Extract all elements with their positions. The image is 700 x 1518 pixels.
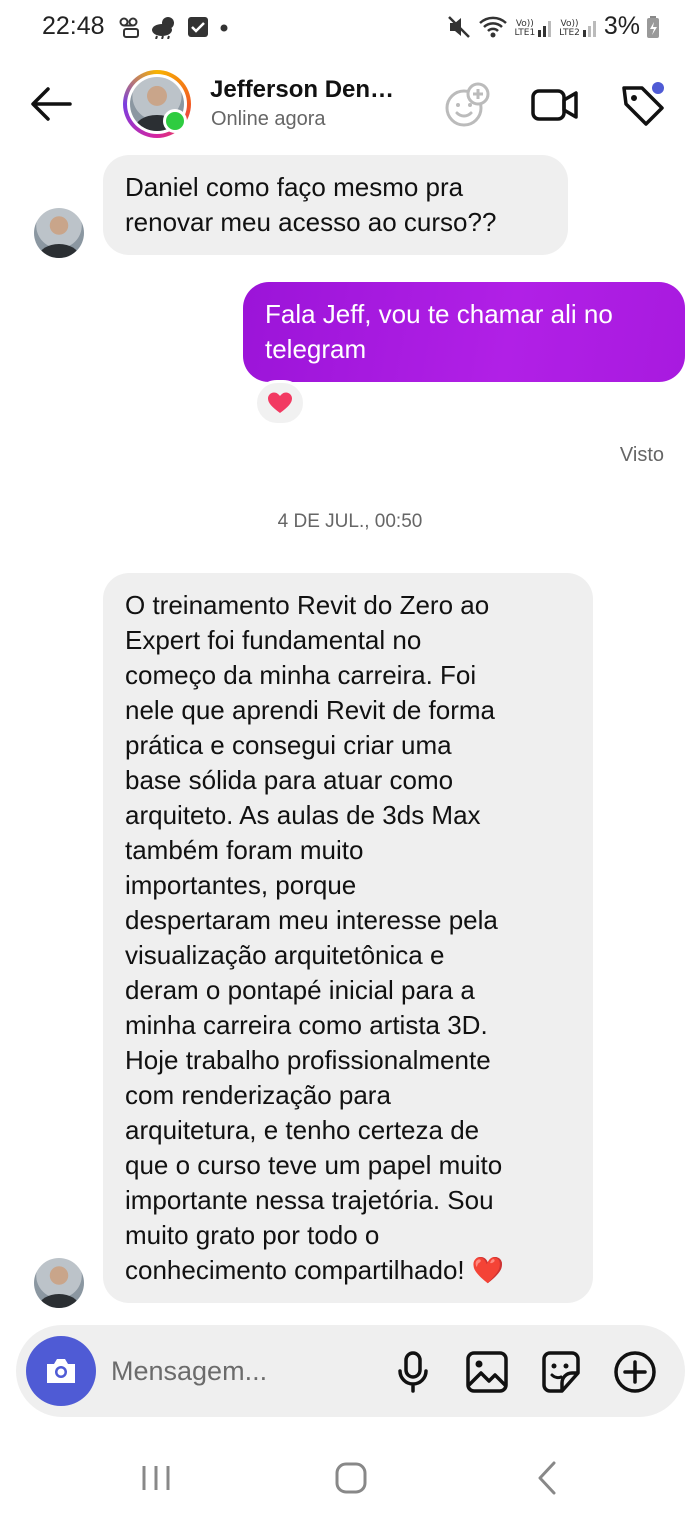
- sim1-indicator: Vo)) LTE1: [514, 16, 553, 38]
- message-line: com renderização para: [125, 1080, 391, 1110]
- chat-header: Jefferson Den… Online agora: [0, 62, 700, 150]
- status-time: 22:48: [42, 12, 105, 40]
- message-line: telegram: [265, 334, 367, 364]
- date-separator: 4 DE JUL., 00:50: [277, 511, 423, 532]
- microphone-icon[interactable]: [390, 1349, 436, 1395]
- message-line: começo da minha carreira. Foi: [125, 660, 477, 690]
- sim1-label: LTE1: [514, 27, 536, 38]
- battery-icon: [647, 15, 659, 38]
- tag-icon[interactable]: [618, 80, 668, 130]
- message-composer: [16, 1325, 685, 1417]
- message-line: arquiteto. As aulas de 3ds Max: [125, 800, 481, 830]
- system-nav-bar: [0, 1440, 700, 1518]
- wifi-icon: [479, 16, 508, 37]
- heart-reaction[interactable]: [254, 380, 306, 426]
- gallery-icon[interactable]: [464, 1349, 510, 1395]
- contact-status: Online agora: [211, 108, 326, 130]
- message-line: deram o pontapé inicial para a: [125, 975, 475, 1005]
- message-line: arquitetura, e tenho certeza de: [125, 1115, 480, 1145]
- sticker-add-icon[interactable]: [442, 80, 492, 130]
- message-line: Hoje trabalho profissionalmente: [125, 1045, 491, 1075]
- message-line: Fala Jeff, vou te chamar ali no: [265, 299, 613, 329]
- status-bar: 22:48 Vo)) LTE1 Vo)) LTE2 3%: [0, 0, 700, 58]
- message-line: prática e consegui criar uma: [125, 730, 452, 760]
- sim2-indicator: Vo)) LTE2: [559, 16, 598, 38]
- recent-apps-icon[interactable]: [134, 1458, 178, 1498]
- message-line: também foram muito: [125, 835, 364, 865]
- sticker-icon[interactable]: [538, 1349, 584, 1395]
- message-line: importante nessa trajetória. Sou: [125, 1185, 494, 1215]
- message-line: O treinamento Revit do Zero ao: [125, 590, 490, 620]
- sim2-label: LTE2: [559, 27, 580, 38]
- message-line: despertaram meu interesse pela: [125, 905, 498, 935]
- sender-avatar[interactable]: [34, 1258, 84, 1308]
- back-arrow-icon[interactable]: [26, 84, 74, 124]
- weather-icon: [152, 17, 174, 39]
- online-indicator: [163, 109, 187, 133]
- message-line: Daniel como faço mesmo pra: [125, 172, 464, 202]
- message-line: minha carreira como artista 3D.: [125, 1010, 488, 1040]
- voicemail-icon: [119, 17, 139, 38]
- message-line: renovar meu acesso ao curso??: [125, 207, 497, 237]
- status-notification-icons: [118, 15, 230, 39]
- message-line: muito grato por todo o: [125, 1220, 380, 1250]
- message-line: visualização arquitetônica e: [125, 940, 445, 970]
- status-system-icons: Vo)) LTE1 Vo)) LTE2 3%: [446, 12, 660, 41]
- heart-icon: [268, 392, 292, 413]
- message-line: nele que aprendi Revit de forma: [125, 695, 496, 725]
- signal-icon: [538, 20, 552, 37]
- back-icon[interactable]: [526, 1458, 570, 1498]
- sender-avatar[interactable]: [34, 208, 84, 258]
- mute-icon: [448, 15, 471, 38]
- checkbox-icon: [188, 17, 208, 37]
- contact-name[interactable]: Jefferson Den…: [210, 76, 394, 104]
- video-camera-icon[interactable]: [530, 80, 580, 130]
- outgoing-message-1[interactable]: Fala Jeff, vou te chamar ali no telegram: [243, 282, 685, 382]
- home-icon[interactable]: [329, 1458, 373, 1498]
- message-line: que o curso teve um papel muito: [125, 1150, 503, 1180]
- incoming-message-2[interactable]: O treinamento Revit do Zero ao Expert foi…: [103, 573, 593, 1303]
- message-line: base sólida para atuar como: [125, 765, 454, 795]
- dot-icon: [220, 24, 228, 32]
- camera-button[interactable]: [26, 1336, 96, 1406]
- message-line: Expert foi fundamental no: [125, 625, 422, 655]
- signal-icon-2: [582, 20, 596, 37]
- message-input[interactable]: [111, 1351, 391, 1391]
- battery-percent: 3%: [603, 12, 640, 40]
- message-line: importantes, porque: [125, 870, 357, 900]
- seen-label: Visto: [619, 444, 664, 466]
- message-line: conhecimento compartilhado! ❤️: [125, 1255, 505, 1285]
- camera-icon: [47, 1359, 75, 1383]
- incoming-message-1[interactable]: Daniel como faço mesmo pra renovar meu a…: [103, 155, 568, 255]
- add-icon[interactable]: [612, 1349, 658, 1395]
